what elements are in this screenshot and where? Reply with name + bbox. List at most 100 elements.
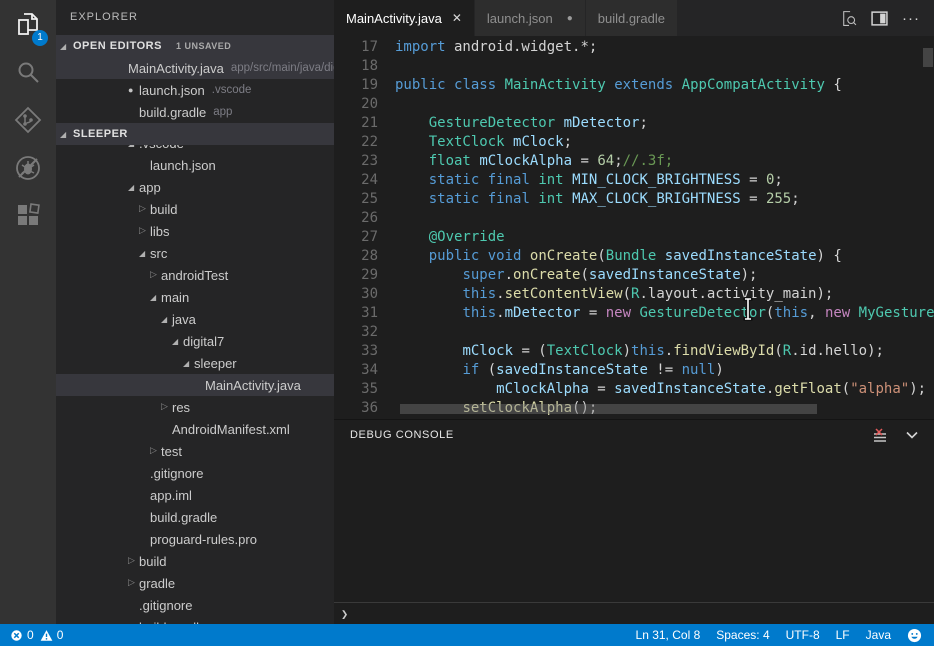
chevron-down-icon[interactable] xyxy=(904,427,920,443)
code-editor[interactable]: 17import android.widget.*;1819public cla… xyxy=(334,36,934,419)
tab-build-gradle[interactable]: build.gradle xyxy=(586,0,678,36)
tree-item-digital7[interactable]: ◢digital7 xyxy=(56,330,334,352)
clear-console-icon[interactable] xyxy=(872,428,888,443)
code-line-34: 34 if (savedInstanceState != null) xyxy=(334,361,934,380)
open-editor-name: launch.json xyxy=(139,83,205,98)
tree-item-androidmanifest-xml[interactable]: AndroidManifest.xml xyxy=(56,418,334,440)
tree-item-label: build.gradle xyxy=(150,510,217,525)
debug-activity-icon[interactable] xyxy=(0,144,56,192)
line-number[interactable]: 22 xyxy=(334,133,378,152)
tab-launch-json[interactable]: launch.json● xyxy=(475,0,586,36)
line-text: mClock = (TextClock)this.findViewById(R.… xyxy=(395,342,884,361)
sidebar-title: EXPLORER xyxy=(56,0,334,35)
tree-item-androidtest[interactable]: ▷androidTest xyxy=(56,264,334,286)
line-number[interactable]: 31 xyxy=(334,304,378,323)
explorer-activity-icon[interactable]: 1 xyxy=(0,0,56,48)
tab-mainactivity-java[interactable]: MainActivity.java✕ xyxy=(334,0,475,36)
line-number[interactable]: 26 xyxy=(334,209,378,228)
line-number[interactable]: 34 xyxy=(334,361,378,380)
line-number[interactable]: 36 xyxy=(334,399,378,418)
tree-item-mainactivity-java[interactable]: MainActivity.java xyxy=(56,374,334,396)
problems-warnings[interactable]: 0 xyxy=(40,628,64,642)
tree-item--gitignore[interactable]: .gitignore xyxy=(56,594,334,616)
line-number[interactable]: 21 xyxy=(334,114,378,133)
line-text: GestureDetector mDetector; xyxy=(395,114,648,133)
line-number[interactable]: 17 xyxy=(334,38,378,57)
line-number[interactable]: 25 xyxy=(334,190,378,209)
feedback-smiley-icon[interactable] xyxy=(907,628,922,643)
dirty-dot-icon[interactable]: ● xyxy=(567,13,573,24)
vertical-scrollbar[interactable] xyxy=(923,48,933,67)
more-actions-icon[interactable]: ··· xyxy=(902,10,920,27)
tree-item-build[interactable]: ▷build xyxy=(56,550,334,572)
code-line-28: 28 public void onCreate(Bundle savedInst… xyxy=(334,247,934,266)
line-number[interactable]: 27 xyxy=(334,228,378,247)
line-number[interactable]: 35 xyxy=(334,380,378,399)
line-number[interactable]: 28 xyxy=(334,247,378,266)
tree-item-test[interactable]: ▷test xyxy=(56,440,334,462)
status-indentation[interactable]: Spaces: 4 xyxy=(716,628,769,642)
twistie-expanded-icon: ◢ xyxy=(60,42,71,51)
open-preview-icon[interactable] xyxy=(840,10,857,27)
tree-item-label: java xyxy=(172,312,196,327)
status-eol[interactable]: LF xyxy=(836,628,850,642)
status-language-mode[interactable]: Java xyxy=(866,628,891,642)
twistie-collapsed-icon: ▷ xyxy=(150,270,161,280)
line-number[interactable]: 33 xyxy=(334,342,378,361)
twistie-collapsed-icon: ▷ xyxy=(139,226,150,236)
line-number[interactable]: 18 xyxy=(334,57,378,76)
warning-icon xyxy=(40,629,53,642)
source-control-activity-icon[interactable] xyxy=(0,96,56,144)
activity-bar: 1 xyxy=(0,0,56,624)
open-editor-item[interactable]: MainActivity.javaapp/src/main/java/digit… xyxy=(56,57,334,79)
debug-console-panel: DEBUG CONSOLE ❯ xyxy=(334,419,934,624)
tree-item-res[interactable]: ▷res xyxy=(56,396,334,418)
tree-item-src[interactable]: ◢src xyxy=(56,242,334,264)
tree-item-libs[interactable]: ▷libs xyxy=(56,220,334,242)
status-cursor-position[interactable]: Ln 31, Col 8 xyxy=(636,628,701,642)
problems-errors[interactable]: 0 xyxy=(10,628,34,642)
tree-item-launch-json[interactable]: launch.json xyxy=(56,154,334,176)
status-encoding[interactable]: UTF-8 xyxy=(786,628,820,642)
open-editor-item[interactable]: ●launch.json.vscode xyxy=(56,79,334,101)
tree-item-sleeper[interactable]: ◢sleeper xyxy=(56,352,334,374)
root-folder-header[interactable]: ◢ SLEEPER xyxy=(56,123,334,145)
tree-item--gitignore[interactable]: .gitignore xyxy=(56,462,334,484)
line-text: this.setContentView(R.layout.activity_ma… xyxy=(395,285,833,304)
tree-item-build-gradle[interactable]: build.gradle xyxy=(56,506,334,528)
vscode-window: 1 EXPLORER ◢ OPEN EDITORS 1 UNSAVED Main… xyxy=(0,0,934,646)
tree-item-proguard-rules-pro[interactable]: proguard-rules.pro xyxy=(56,528,334,550)
open-editors-list: MainActivity.javaapp/src/main/java/digit… xyxy=(56,57,334,123)
line-text: import android.widget.*; xyxy=(395,38,597,57)
line-number[interactable]: 19 xyxy=(334,76,378,95)
close-icon[interactable]: ✕ xyxy=(452,11,462,25)
tree-item-main[interactable]: ◢main xyxy=(56,286,334,308)
tree-item--vscode[interactable]: ◢.vscode xyxy=(56,145,334,154)
line-text: TextClock mClock; xyxy=(395,133,572,152)
tree-item-gradle[interactable]: ▷gradle xyxy=(56,572,334,594)
extensions-activity-icon[interactable] xyxy=(0,192,56,240)
line-number[interactable]: 29 xyxy=(334,266,378,285)
line-number[interactable]: 32 xyxy=(334,323,378,342)
tree-item-build-gradle[interactable]: build.gradle xyxy=(56,616,334,624)
line-number[interactable]: 20 xyxy=(334,95,378,114)
twistie-expanded-icon: ◢ xyxy=(161,315,172,324)
open-editor-item[interactable]: build.gradleapp xyxy=(56,101,334,123)
panel-title[interactable]: DEBUG CONSOLE xyxy=(350,429,454,441)
twistie-expanded-icon: ◢ xyxy=(128,183,139,192)
line-text: @Override xyxy=(395,228,505,247)
search-activity-icon[interactable] xyxy=(0,48,56,96)
tree-item-java[interactable]: ◢java xyxy=(56,308,334,330)
horizontal-scrollbar[interactable] xyxy=(400,404,817,414)
tree-item-build[interactable]: ▷build xyxy=(56,198,334,220)
tree-item-app[interactable]: ◢app xyxy=(56,176,334,198)
split-editor-icon[interactable] xyxy=(871,10,888,27)
tree-item-app-iml[interactable]: app.iml xyxy=(56,484,334,506)
tree-item-label: test xyxy=(161,444,182,459)
code-line-22: 22 TextClock mClock; xyxy=(334,133,934,152)
open-editors-header[interactable]: ◢ OPEN EDITORS 1 UNSAVED xyxy=(56,35,334,57)
line-number[interactable]: 30 xyxy=(334,285,378,304)
line-number[interactable]: 24 xyxy=(334,171,378,190)
line-number[interactable]: 23 xyxy=(334,152,378,171)
console-input[interactable]: ❯ xyxy=(334,602,934,624)
